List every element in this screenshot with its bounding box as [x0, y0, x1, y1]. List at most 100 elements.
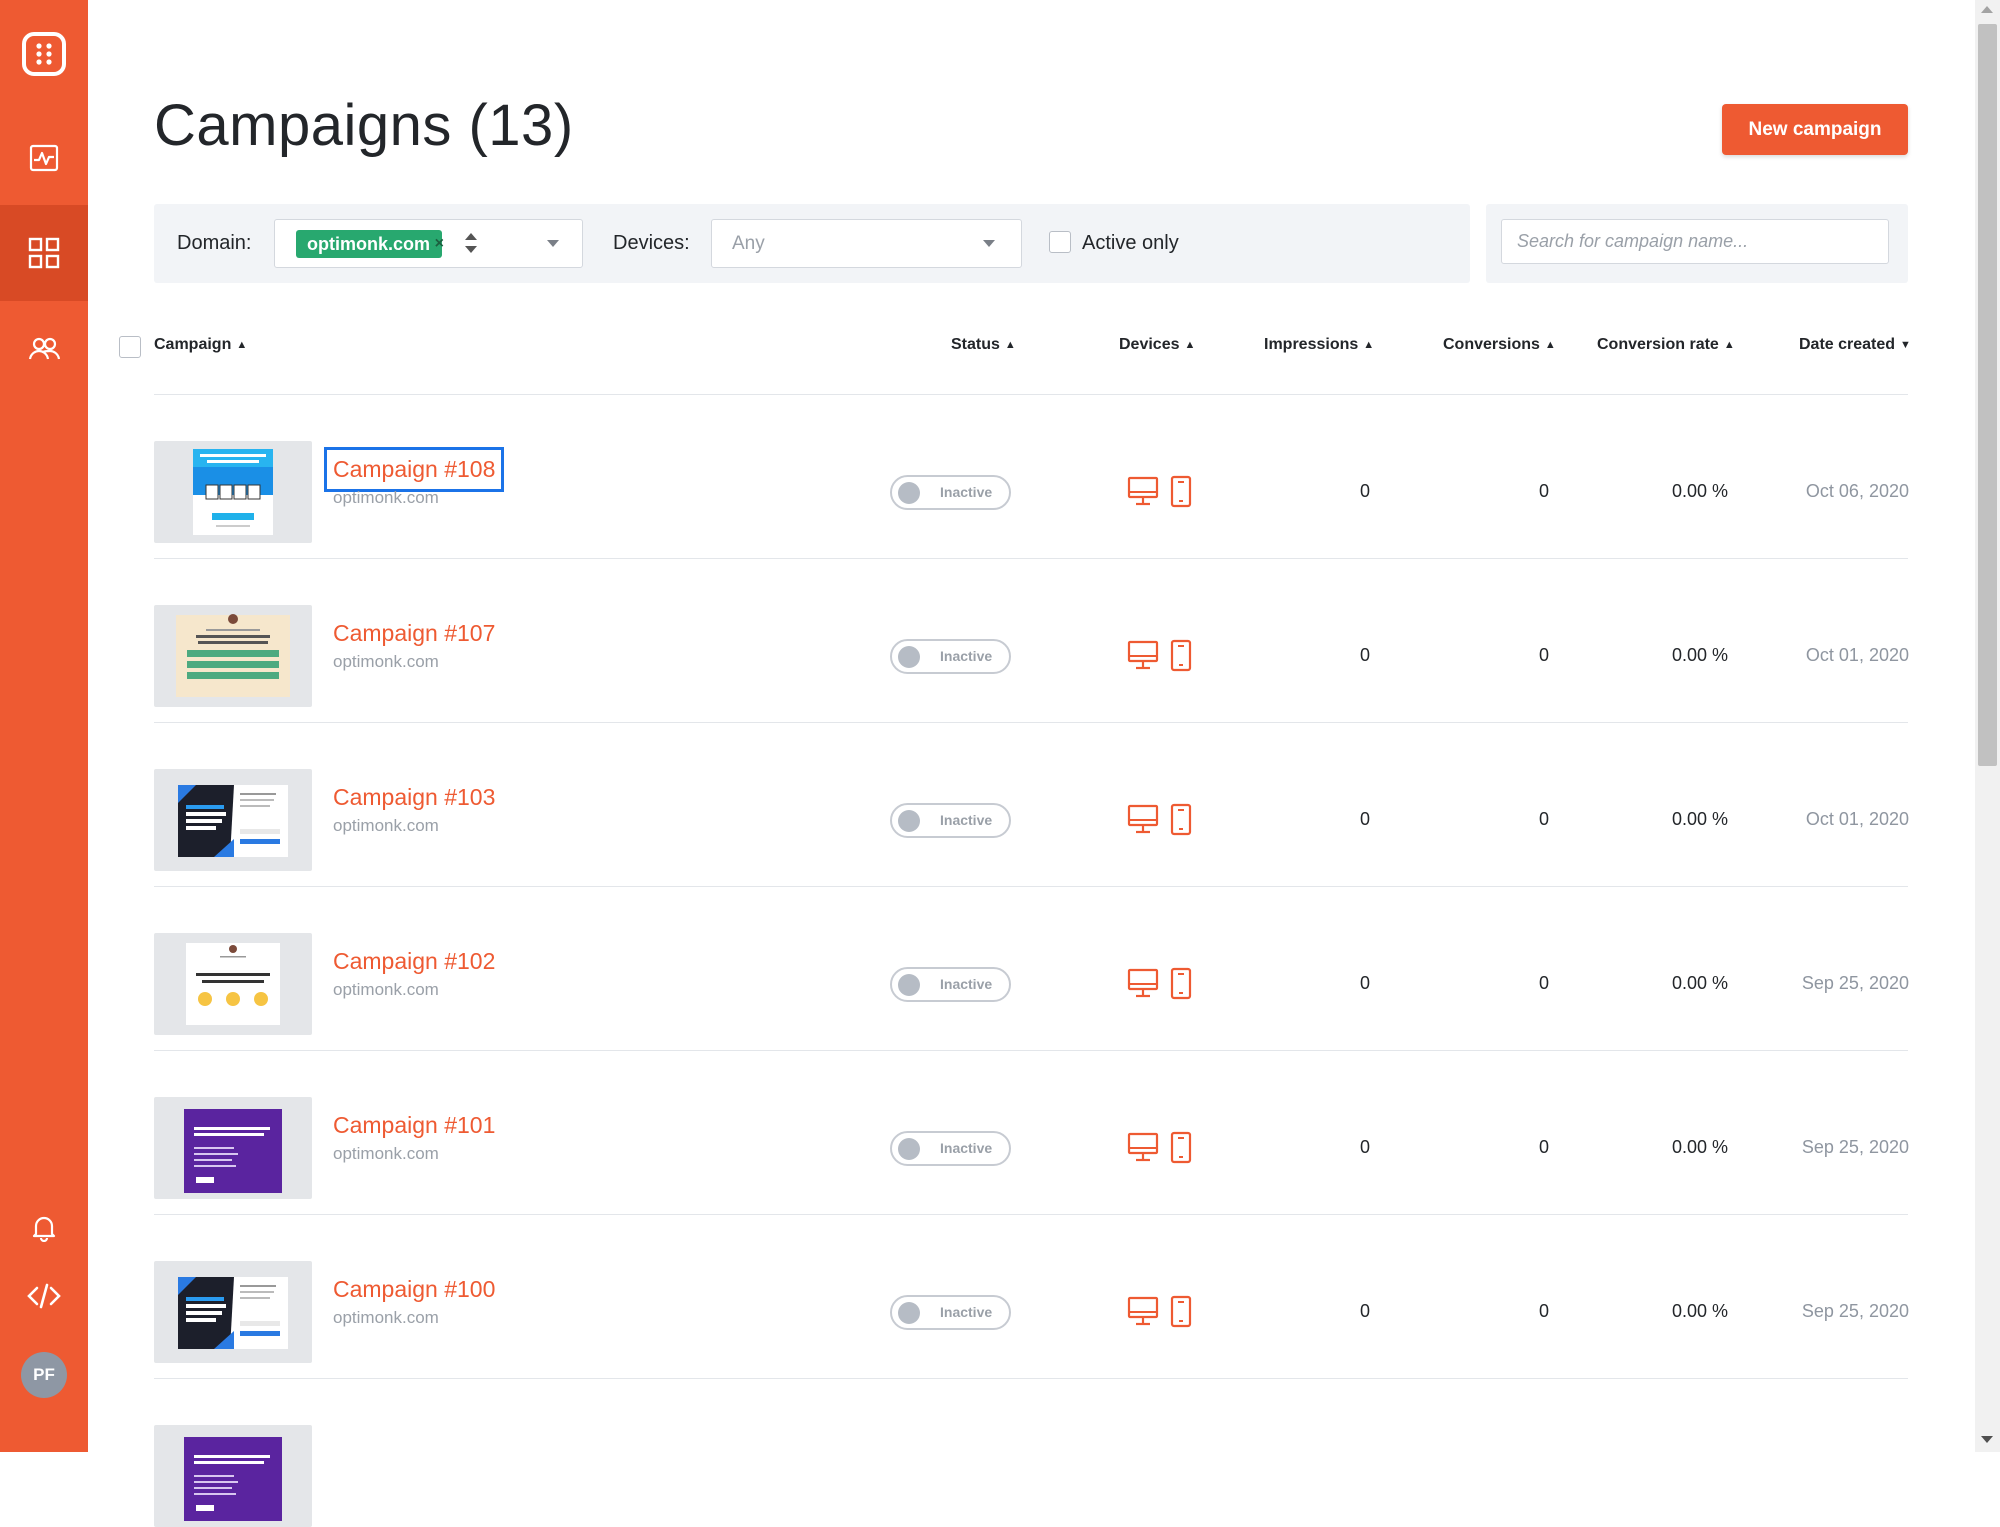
toggle-knob [898, 482, 920, 504]
select-all-checkbox[interactable] [119, 336, 141, 358]
campaign-name-link[interactable]: Campaign #102 [333, 948, 495, 975]
campaign-thumbnail[interactable] [154, 769, 312, 871]
conversions-value: 0 [1538, 645, 1549, 665]
column-status[interactable]: Status ▲︎ [951, 336, 1016, 354]
devices-select[interactable]: Any [711, 219, 1022, 268]
sort-icon: ▲︎ [236, 339, 248, 351]
mobile-icon [1170, 967, 1192, 1000]
toggle-knob [898, 1138, 920, 1160]
sort-icon: ▲︎ [1004, 339, 1016, 351]
campaign-name-link[interactable]: Campaign #107 [333, 620, 495, 647]
mobile-icon [1170, 475, 1192, 508]
sort-desc-icon: ▼︎ [1900, 339, 1911, 351]
active-only-checkbox[interactable] [1049, 231, 1071, 253]
stepper-up-icon[interactable] [465, 233, 477, 240]
status-toggle[interactable]: Inactive [890, 1131, 1011, 1166]
impressions-value: 0 [1359, 645, 1370, 665]
campaign-thumbnail[interactable] [154, 933, 312, 1035]
desktop-icon [1127, 1132, 1159, 1162]
impressions-value: 0 [1359, 973, 1370, 993]
toggle-knob [898, 646, 920, 668]
desktop-icon [1127, 1296, 1159, 1326]
date-created-value: Oct 01, 2020 [1805, 809, 1909, 829]
campaign-name-link[interactable]: Campaign #101 [333, 1112, 495, 1139]
status-toggle[interactable]: Inactive [890, 475, 1011, 510]
conversion-rate-value: 0.00 % [1671, 481, 1728, 501]
scrollbar-thumb[interactable] [1978, 24, 1997, 766]
conversions-value: 0 [1538, 1137, 1549, 1157]
remove-tag-icon[interactable]: × [435, 230, 444, 258]
desktop-icon [1127, 476, 1159, 506]
domain-stepper[interactable] [461, 229, 481, 259]
column-impressions[interactable]: Impressions ▲︎ [1264, 336, 1374, 354]
campaign-name-link[interactable]: Campaign #103 [333, 784, 495, 811]
search-input[interactable] [1501, 219, 1889, 264]
toggle-knob [898, 974, 920, 996]
column-devices[interactable]: Devices ▲︎ [1119, 336, 1195, 354]
conversion-rate-value: 0.00 % [1671, 1137, 1728, 1157]
status-toggle[interactable]: Inactive [890, 1295, 1011, 1330]
desktop-icon [1127, 968, 1159, 998]
campaign-thumbnail[interactable] [154, 605, 312, 707]
analytics-icon[interactable] [0, 126, 88, 190]
desktop-icon [1127, 804, 1159, 834]
campaign-name-link[interactable]: Campaign #100 [333, 1276, 495, 1303]
date-created-value: Sep 25, 2020 [1801, 973, 1909, 993]
campaign-thumbnail[interactable] [154, 1425, 312, 1527]
users-icon[interactable] [0, 317, 88, 381]
devices-label: Devices: [613, 232, 690, 254]
date-created-value: Oct 06, 2020 [1805, 481, 1909, 501]
status-toggle[interactable]: Inactive [890, 639, 1011, 674]
campaign-thumbnail[interactable] [154, 1097, 312, 1199]
status-label: Inactive [940, 484, 993, 500]
date-created-value: Oct 01, 2020 [1805, 645, 1909, 665]
conversions-value: 0 [1538, 1301, 1549, 1321]
column-conversions[interactable]: Conversions ▲︎ [1443, 336, 1556, 354]
scroll-up-arrow-icon[interactable] [1981, 6, 1993, 13]
status-label: Inactive [940, 1140, 993, 1156]
row-divider [154, 1378, 1908, 1379]
chevron-down-icon[interactable] [983, 240, 995, 247]
table-row: Campaign #103 optimonk.com Inactive 0 0 … [0, 723, 1975, 887]
status-toggle[interactable]: Inactive [890, 803, 1011, 838]
conversion-rate-value: 0.00 % [1671, 645, 1728, 665]
stepper-down-icon[interactable] [465, 246, 477, 253]
table-row: Campaign #102 optimonk.com Inactive 0 0 … [0, 887, 1975, 1051]
sort-icon: ▲︎ [1723, 339, 1735, 351]
campaign-name-link[interactable]: Campaign #108 [323, 447, 505, 492]
domain-tag: optimonk.com × [296, 230, 444, 258]
filter-bar: Domain: optimonk.com × Devices: Any Activ… [154, 204, 1470, 283]
logo-grid-icon[interactable] [0, 22, 88, 86]
conversion-rate-value: 0.00 % [1671, 1301, 1728, 1321]
status-label: Inactive [940, 1304, 993, 1320]
domain-select[interactable]: optimonk.com × [274, 219, 583, 268]
conversion-rate-value: 0.00 % [1671, 809, 1728, 829]
mobile-icon [1170, 803, 1192, 836]
column-date-created[interactable]: Date created ▼︎ [1799, 336, 1911, 354]
mobile-icon [1170, 1295, 1192, 1328]
conversions-value: 0 [1538, 973, 1549, 993]
campaign-thumbnail[interactable] [154, 1261, 312, 1363]
mobile-icon [1170, 1131, 1192, 1164]
chevron-down-icon[interactable] [547, 240, 559, 247]
conversion-rate-value: 0.00 % [1671, 973, 1728, 993]
table-row: Campaign #107 optimonk.com Inactive 0 0 … [0, 559, 1975, 723]
status-toggle[interactable]: Inactive [890, 967, 1011, 1002]
status-label: Inactive [940, 648, 993, 664]
column-conversion-rate[interactable]: Conversion rate ▲︎ [1597, 336, 1735, 354]
campaign-domain: optimonk.com [333, 1308, 439, 1327]
table-row: Campaign #101 optimonk.com Inactive 0 0 … [0, 1051, 1975, 1215]
column-campaign[interactable]: Campaign ▲︎ [154, 336, 247, 354]
scroll-down-arrow-icon[interactable] [1981, 1436, 1993, 1443]
active-only-label[interactable]: Active only [1082, 232, 1179, 255]
mobile-icon [1170, 639, 1192, 672]
campaign-thumbnail[interactable] [154, 441, 312, 543]
table-row: Campaign #108 optimonk.com Inactive 0 0 … [0, 395, 1975, 559]
domain-tag-label: optimonk.com [307, 234, 431, 254]
new-campaign-button[interactable]: New campaign [1722, 104, 1908, 155]
conversions-value: 0 [1538, 481, 1549, 501]
campaigns-grid-icon[interactable] [0, 205, 88, 301]
sort-icon: ▲︎ [1184, 339, 1196, 351]
impressions-value: 0 [1359, 1301, 1370, 1321]
search-panel [1486, 204, 1908, 283]
